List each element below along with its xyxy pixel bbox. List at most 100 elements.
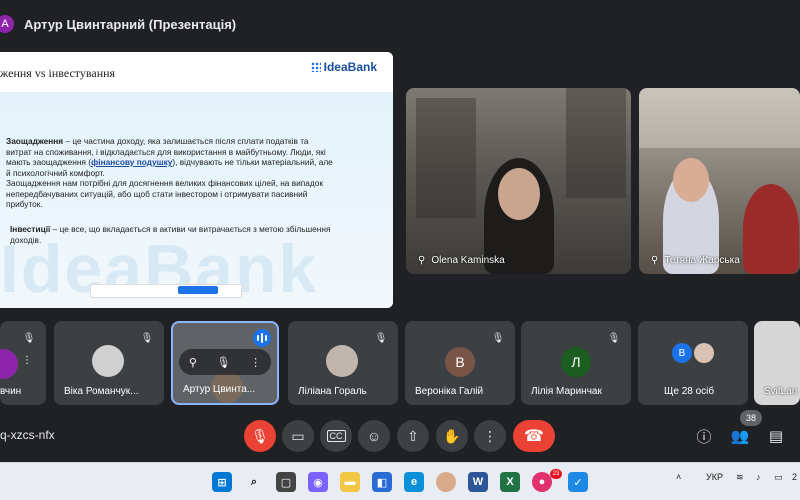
strip-name-3: Ліліана Гораль — [298, 386, 367, 397]
participant-avatar — [0, 349, 18, 379]
presentation-frame[interactable]: ження vs інвестування IdeaBank IdeaBank … — [0, 52, 393, 308]
camera-button[interactable]: ▭ — [282, 420, 314, 452]
raise-hand-button[interactable]: ✋ — [436, 420, 468, 452]
strip-tile-self[interactable]: ⚲ 🎙 ⋮ Артур Цвинта... — [171, 321, 279, 405]
participant-avatar — [326, 345, 358, 377]
messenger-icon[interactable]: ● — [532, 472, 552, 492]
chat-icon: ▤ — [768, 428, 784, 445]
embedded-share-bar — [90, 284, 242, 298]
edge-icon[interactable]: e — [404, 472, 424, 492]
investments-paragraph: Інвестиції – це все, що вкладається в ак… — [10, 224, 340, 245]
brand-name: IdeaBank — [323, 60, 377, 74]
meeting-details-button[interactable]: ⓘ — [692, 424, 716, 448]
start-windows-icon[interactable]: ⊞ — [212, 472, 232, 492]
strip-tile-more[interactable]: В Ще 28 осіб — [638, 321, 748, 405]
more-icon[interactable]: ⋮ — [22, 355, 32, 366]
reactions-button[interactable]: ☺ — [358, 420, 390, 452]
video-tile-tetiana[interactable]: ⚲ Тетяна Жарська — [639, 88, 800, 274]
slide-header: ження vs інвестування IdeaBank — [0, 52, 393, 92]
savings-text-c: Заощадження нам потрібні для досягнення … — [6, 178, 323, 209]
word-icon[interactable]: W — [468, 472, 488, 492]
more-icon[interactable]: ⋮ — [250, 356, 261, 369]
strip-name-6: Ще 28 осіб — [664, 386, 715, 397]
strip-tile-0[interactable]: 🎙 ⋮ вчин — [0, 321, 46, 405]
savings-paragraph: Заощадження – це частина доходу, яка зал… — [6, 136, 336, 210]
store-icon[interactable]: ◧ — [372, 472, 392, 492]
strip-tile-4[interactable]: В 🎙 Вероніка Галій — [405, 321, 515, 405]
embedded-share-button — [178, 286, 218, 294]
pin-icon: ⚲ — [418, 255, 426, 266]
tile-name-tetiana-label: Тетяна Жарська — [664, 255, 740, 266]
pin-icon[interactable]: ⚲ — [189, 356, 197, 369]
tile-name-tetiana: ⚲ Тетяна Жарська — [651, 255, 740, 266]
leave-call-button[interactable]: ☎ — [513, 420, 555, 452]
mic-off-icon: 🎙 — [607, 332, 621, 344]
cushion-link[interactable]: фінансову подушку — [91, 157, 173, 167]
mic-off-icon: 🎙 — [491, 332, 505, 344]
participant-avatar: В — [672, 343, 692, 363]
excel-icon[interactable]: X — [500, 472, 520, 492]
chat-app-icon[interactable]: ◉ — [308, 472, 328, 492]
mic-icon[interactable]: 🎙 — [217, 356, 231, 369]
strip-name-4: Вероніка Галій — [415, 386, 484, 397]
video-tile-olena[interactable]: ⚲ Olena Kaminska — [406, 88, 631, 274]
tile-name-olena: ⚲ Olena Kaminska — [418, 255, 505, 266]
participant-avatar — [694, 343, 714, 363]
viber-icon[interactable]: ✓ — [568, 472, 588, 492]
background-wall — [639, 88, 800, 148]
strip-name-7: SvitLan — [764, 386, 798, 397]
present-screen-icon: ⇧ — [407, 427, 419, 444]
hand-icon: ✋ — [443, 427, 461, 444]
wifi-icon[interactable]: ≋ — [736, 472, 744, 483]
search-icon[interactable]: ⌕ — [244, 472, 264, 492]
captions-button[interactable]: CC — [320, 420, 352, 452]
strip-tile-1[interactable]: 🎙 Віка Романчук... — [54, 321, 164, 405]
investments-term: Інвестиції — [10, 224, 51, 234]
participant-avatar — [92, 345, 124, 377]
tile-name-olena-label: Olena Kaminska — [431, 255, 505, 266]
strip-name-0: вчин — [0, 386, 22, 397]
hangup-icon: ☎ — [524, 428, 544, 445]
notification-badge: 23 — [550, 469, 562, 479]
mic-off-button[interactable]: 🎙 — [244, 420, 276, 452]
self-tile-controls: ⚲ 🎙 ⋮ — [179, 349, 271, 375]
strip-tile-5[interactable]: Л 🎙 Лілія Маринчак — [521, 321, 631, 405]
emoji-icon: ☺ — [366, 428, 382, 444]
strip-tile-7[interactable]: SvitLan — [754, 321, 800, 405]
participant-face — [673, 158, 709, 202]
chat-button[interactable]: ▤ — [764, 424, 788, 448]
brand-dots-icon — [310, 62, 321, 72]
more-options-button[interactable]: ⋮ — [474, 420, 506, 452]
slide-title: ження vs інвестування — [0, 66, 116, 80]
camera-icon: ▭ — [291, 427, 305, 444]
brand-logo: IdeaBank — [310, 60, 377, 74]
more-vertical-icon: ⋮ — [483, 427, 497, 444]
task-view-icon[interactable]: ▢ — [276, 472, 296, 492]
meet-window: А Артур Цвинтарний (Презентація) ження v… — [0, 0, 800, 500]
mic-off-icon: 🎙 — [140, 332, 154, 344]
pin-icon: ⚲ — [651, 255, 659, 266]
participant-figure — [743, 184, 799, 274]
clock-fragment[interactable]: 2 — [792, 472, 797, 482]
people-button[interactable]: 👥 — [728, 424, 752, 448]
strip-name-5: Лілія Маринчак — [531, 386, 602, 397]
mic-off-icon: 🎙 — [251, 427, 269, 444]
participant-avatar: В — [445, 347, 475, 377]
people-icon: 👥 — [730, 428, 750, 445]
savings-term: Заощадження — [6, 136, 64, 146]
language-indicator[interactable]: УКР — [706, 472, 723, 482]
mic-off-icon: 🎙 — [374, 332, 388, 344]
file-explorer-icon[interactable]: ▬ — [340, 472, 360, 492]
tray-chevron-icon[interactable]: ˄ — [676, 472, 681, 482]
volume-icon[interactable]: ♪ — [756, 472, 761, 482]
speaking-indicator-icon — [253, 329, 271, 347]
strip-tile-3[interactable]: 🎙 Ліліана Гораль — [288, 321, 398, 405]
investments-text: – це все, що вкладається в активи чи вит… — [10, 224, 331, 245]
background-building — [566, 88, 626, 198]
captions-icon: CC — [326, 430, 346, 442]
battery-icon[interactable]: ▭ — [774, 472, 783, 483]
profile-app-icon[interactable] — [436, 472, 456, 492]
presenter-avatar: А — [0, 15, 14, 33]
participant-avatar: Л — [561, 347, 591, 377]
present-button[interactable]: ⇧ — [397, 420, 429, 452]
